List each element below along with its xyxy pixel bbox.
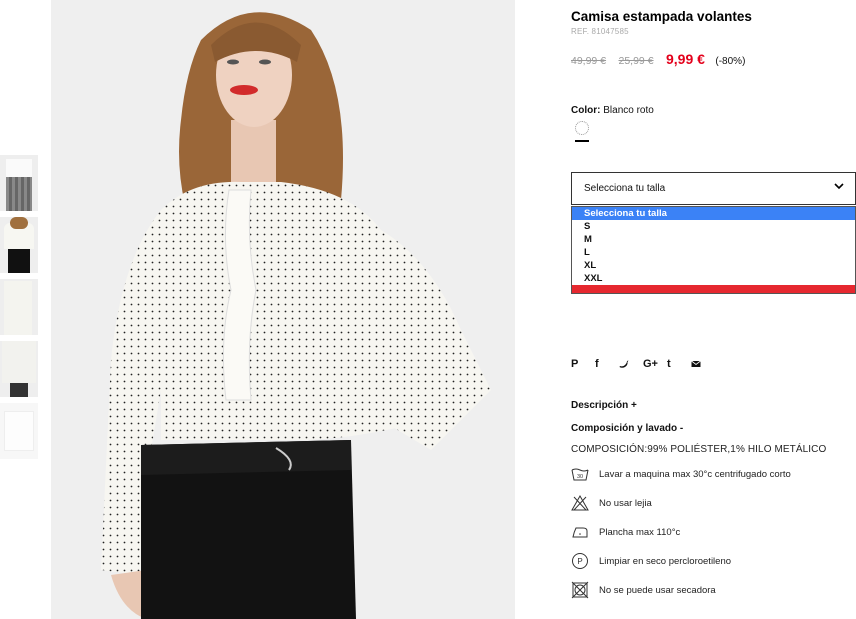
care-text: Limpiar en seco percloroetileno xyxy=(599,556,732,567)
model-photo xyxy=(51,0,515,619)
size-select[interactable]: Selecciona tu talla xyxy=(571,172,856,205)
thumbnail-4[interactable] xyxy=(0,341,38,397)
care-item-bleach: No usar lejia xyxy=(571,494,856,514)
price-current: 9,99 € xyxy=(666,51,705,67)
care-item-tumble: No se puede usar secadora xyxy=(571,581,856,601)
price-original: 49,99 € xyxy=(571,55,607,67)
twitter-icon[interactable] xyxy=(619,358,643,370)
color-swatch-blanco-roto[interactable] xyxy=(575,121,589,135)
price-block: 49,99 € 25,99 € 9,99 € (-80%) xyxy=(571,51,745,69)
facebook-icon[interactable]: f xyxy=(595,358,619,370)
thumbnail-1[interactable] xyxy=(0,155,38,211)
size-option-s[interactable]: S xyxy=(572,220,855,233)
size-option-xl[interactable]: XL xyxy=(572,259,855,272)
price-previous: 25,99 € xyxy=(618,55,654,67)
email-icon[interactable] xyxy=(691,358,715,370)
size-option-l[interactable]: L xyxy=(572,246,855,259)
dry-clean-p-icon: P xyxy=(572,553,588,569)
selected-swatch-underline xyxy=(575,140,589,142)
google-plus-icon[interactable]: G+ xyxy=(643,358,667,370)
thumbnail-2[interactable] xyxy=(0,217,38,273)
care-item-wash: 30 Lavar a maquina max 30°c centrifugado… xyxy=(571,465,856,485)
tumblr-icon[interactable]: t xyxy=(667,358,691,370)
thumbnail-3[interactable] xyxy=(0,279,38,335)
size-select-label: Selecciona tu talla xyxy=(584,183,666,194)
care-item-dryclean: P Limpiar en seco percloroetileno xyxy=(571,552,856,572)
composition-toggle[interactable]: Composición y lavado - xyxy=(571,423,683,434)
product-main-image[interactable] xyxy=(51,0,515,619)
color-label: Color: xyxy=(571,105,601,116)
size-dropdown-list: Selecciona tu talla S M L XL XXL xyxy=(571,206,856,294)
description-toggle[interactable]: Descripción + xyxy=(571,400,637,411)
care-item-iron: Plancha max 110°c xyxy=(571,523,856,543)
care-text: No se puede usar secadora xyxy=(599,585,716,596)
svg-text:P: P xyxy=(577,557,582,566)
care-text: No usar lejia xyxy=(599,498,652,509)
size-option-xxl[interactable]: XXL xyxy=(572,272,855,285)
chevron-down-icon xyxy=(833,179,845,195)
svg-text:30: 30 xyxy=(577,474,583,480)
no-bleach-icon xyxy=(571,494,589,511)
color-value: Blanco roto xyxy=(603,105,654,116)
composition-text: COMPOSICIÓN:99% POLIÉSTER,1% HILO METÁLI… xyxy=(571,444,827,455)
wash-30-icon: 30 xyxy=(571,468,589,481)
product-title: Camisa estampada volantes xyxy=(571,9,752,24)
add-to-bag-button[interactable] xyxy=(572,285,855,293)
social-share-bar: P f G+ t xyxy=(571,358,715,370)
pinterest-icon[interactable]: P xyxy=(571,358,595,370)
thumbnail-5[interactable] xyxy=(0,403,38,459)
size-option-m[interactable]: M xyxy=(572,233,855,246)
thumbnail-strip xyxy=(0,155,40,465)
care-text: Lavar a maquina max 30°c centrifugado co… xyxy=(599,469,791,480)
color-label-line: Color: Blanco roto xyxy=(571,105,654,116)
care-text: Plancha max 110°c xyxy=(599,527,681,538)
iron-icon xyxy=(572,527,588,538)
product-ref: REF. 81047585 xyxy=(571,27,629,36)
discount-badge: (-80%) xyxy=(715,56,746,67)
no-tumble-dry-icon xyxy=(571,581,589,599)
size-option-placeholder[interactable]: Selecciona tu talla xyxy=(572,207,855,220)
